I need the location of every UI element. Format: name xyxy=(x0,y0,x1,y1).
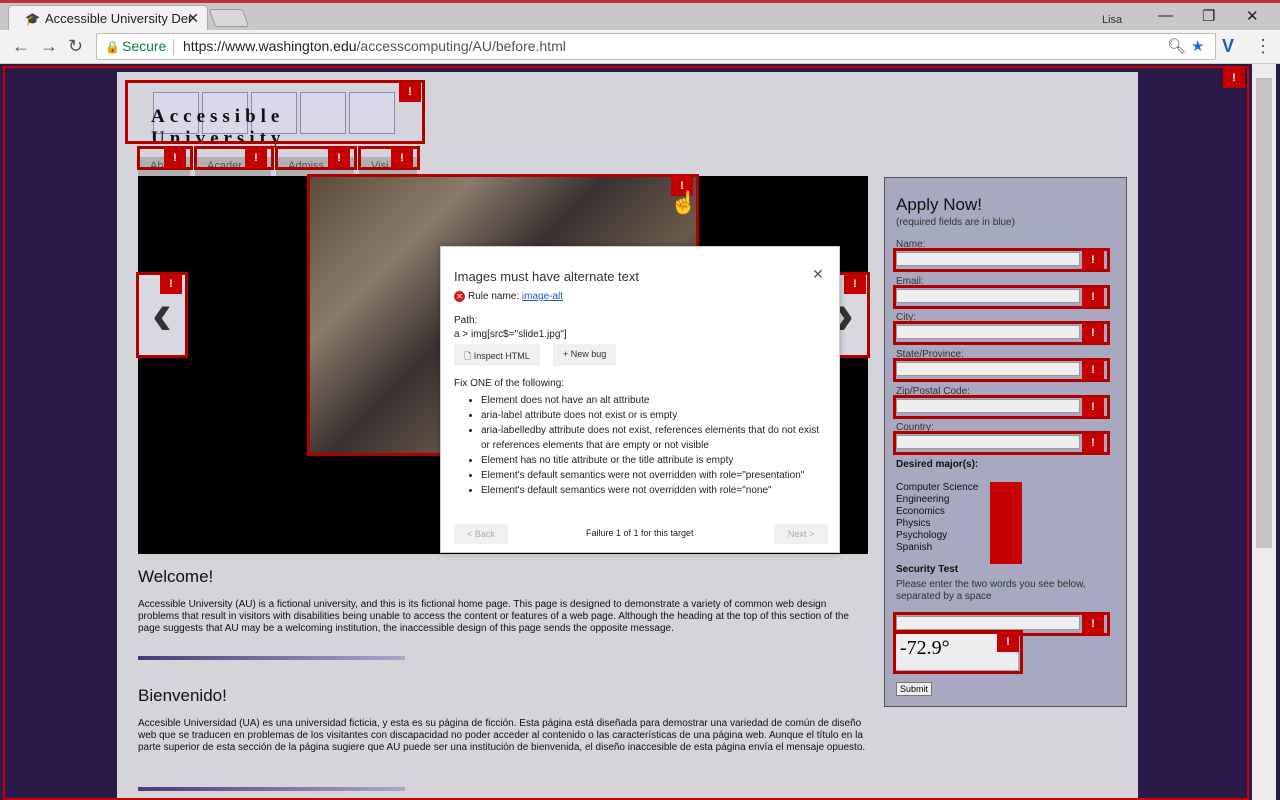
next-button[interactable]: Next > xyxy=(774,524,828,544)
issue-flag[interactable]: ! xyxy=(1223,68,1245,88)
fix-item: aria-label attribute does not exist or i… xyxy=(481,408,826,423)
rule-line: ✕ Rule name: image-alt xyxy=(454,291,563,302)
back-button[interactable]: < Back xyxy=(454,524,508,544)
lock-icon: 🔒 xyxy=(105,40,120,54)
rule-link[interactable]: image-alt xyxy=(522,291,563,302)
inspect-html-button[interactable]: 🗋 Inspect HTML xyxy=(454,344,540,366)
path-label: Path: xyxy=(454,315,478,326)
menu-icon[interactable]: ⋮ xyxy=(1254,36,1272,57)
failure-counter: Failure 1 of 1 for this target xyxy=(586,528,694,538)
forward-arrow-icon[interactable]: → xyxy=(40,36,58,57)
scrollbar-thumb[interactable] xyxy=(1256,78,1272,548)
path-value: a > img[src$="slide1.jpg"] xyxy=(454,329,567,340)
fix-item: Element's default semantics were not ove… xyxy=(481,483,826,498)
issue-details-dialog: Images must have alternate text ✕ ✕ Rule … xyxy=(440,246,840,553)
fix-item: Element does not have an alt attribute xyxy=(481,393,826,408)
tab-title: Accessible University Der xyxy=(45,11,193,26)
fix-list: Element does not have an alt attribute a… xyxy=(481,393,826,498)
plus-icon: + xyxy=(563,349,571,359)
zoom-icon[interactable]: 🔍︎ xyxy=(1167,34,1186,59)
fix-item: aria-labelledby attribute does not exist… xyxy=(481,423,826,453)
new-tab-button[interactable] xyxy=(208,9,250,27)
minimize-icon[interactable]: — xyxy=(1158,7,1173,24)
fix-item: Element has no title attribute or the ti… xyxy=(481,453,826,468)
document-icon: 🗋 xyxy=(464,351,474,361)
browser-tab[interactable]: 🎓 Accessible University Der ✕ xyxy=(8,5,208,32)
fix-heading: Fix ONE of the following: xyxy=(454,378,565,389)
graduation-cap-icon: 🎓 xyxy=(25,12,40,26)
browser-tabstrip: 🎓 Accessible University Der ✕ Lisa — ❐ ✕ xyxy=(0,0,1280,32)
extension-v-icon[interactable]: V xyxy=(1222,36,1234,57)
secure-label: Secure xyxy=(122,38,167,54)
new-bug-button[interactable]: + New bug xyxy=(553,344,617,366)
profile-name[interactable]: Lisa xyxy=(1102,14,1122,26)
dialog-close-icon[interactable]: ✕ xyxy=(812,266,824,283)
dialog-title: Images must have alternate text xyxy=(454,269,639,284)
url-text[interactable]: https://www.washington.edu/accesscomputi… xyxy=(183,34,566,59)
bookmark-star-icon[interactable]: ★ xyxy=(1191,34,1204,59)
address-bar[interactable]: 🔒 Secure https://www.washington.edu/acce… xyxy=(96,33,1216,60)
back-arrow-icon[interactable]: ← xyxy=(12,36,30,57)
browser-toolbar: ← → ↻ 🔒 Secure https://www.washington.ed… xyxy=(0,30,1280,64)
reload-icon[interactable]: ↻ xyxy=(68,36,83,57)
close-tab-icon[interactable]: ✕ xyxy=(187,10,199,27)
restore-icon[interactable]: ❐ xyxy=(1202,7,1215,25)
scrollbar[interactable] xyxy=(1252,64,1276,800)
fix-item: Element's default semantics were not ove… xyxy=(481,468,826,483)
hand-cursor-icon: ☝ xyxy=(670,190,698,215)
address-separator xyxy=(173,39,174,55)
error-icon: ✕ xyxy=(454,291,465,302)
window-close-icon[interactable]: ✕ xyxy=(1246,7,1259,25)
